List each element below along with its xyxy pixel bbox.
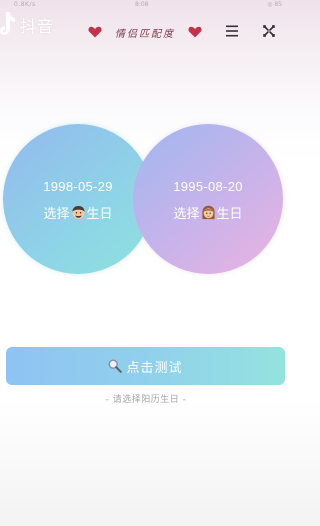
heart-icon — [188, 26, 202, 38]
male-label-suffix: 生日 — [86, 206, 113, 221]
male-birthday-label: 选择 生日 — [3, 203, 153, 222]
network-speed: 0.8K/s — [14, 1, 36, 8]
app-logo-icon — [0, 12, 15, 35]
male-label-prefix: 选择 — [43, 206, 70, 221]
status-bar: 0.8K/s 8:08 ◎ 85 — [0, 0, 292, 10]
battery-status: ◎ 85 — [267, 1, 282, 8]
man-face-icon — [71, 205, 85, 220]
test-button-label: 点击测试 — [126, 360, 183, 376]
app-name: 抖音 — [20, 17, 55, 36]
birthday-hint: - 请选择阳历生日 - — [105, 395, 187, 405]
male-birthday-date: 1998-05-29 — [43, 179, 113, 194]
status-time: 8:08 — [135, 1, 149, 8]
female-birthday-date: 1995-08-20 — [173, 179, 243, 194]
male-birthday-picker[interactable]: 1998-05-29 选择 生日 — [3, 124, 153, 274]
menu-icon[interactable] — [225, 24, 239, 38]
female-label-suffix: 生日 — [216, 206, 243, 221]
female-birthday-label: 选择 生日 — [133, 203, 283, 222]
woman-face-icon — [201, 205, 215, 220]
heart-icon — [88, 26, 102, 38]
page-title: 情侣匹配度 — [115, 28, 175, 40]
magnifier-icon — [108, 359, 123, 373]
female-birthday-picker[interactable]: 1995-08-20 选择 生日 — [133, 124, 283, 274]
test-button[interactable]: 点击测试 — [6, 347, 285, 385]
female-label-prefix: 选择 — [173, 206, 200, 221]
close-icon[interactable] — [262, 24, 276, 38]
header-title-bar: 情侣匹配度 — [88, 22, 202, 42]
